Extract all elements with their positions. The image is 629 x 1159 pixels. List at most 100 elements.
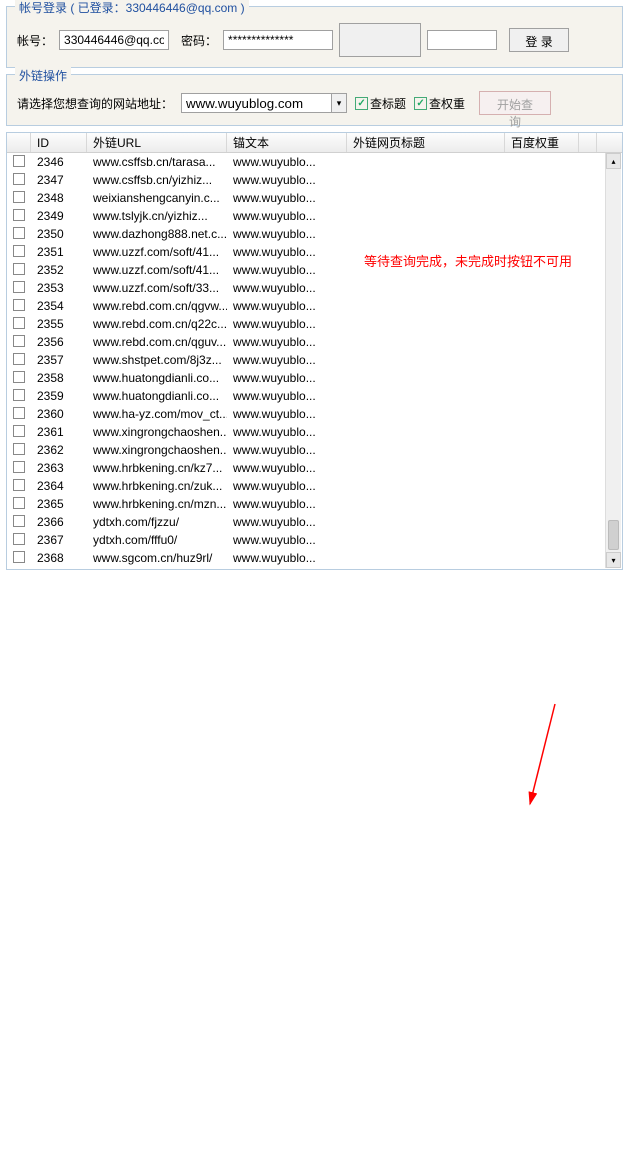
row-checkbox[interactable] <box>13 335 25 347</box>
cell-url: www.ha-yz.com/mov_ct... <box>87 407 227 421</box>
row-checkbox[interactable] <box>13 155 25 167</box>
col-anchor[interactable]: 锚文本 <box>227 133 347 152</box>
row-checkbox[interactable] <box>13 497 25 509</box>
table-row[interactable]: 2352www.uzzf.com/soft/41...www.wuyublo..… <box>7 261 622 279</box>
table-row[interactable]: 2368www.sgcom.cn/huz9rl/www.wuyublo... <box>7 549 622 567</box>
row-checkbox[interactable] <box>13 209 25 221</box>
results-table: ID 外链URL 锚文本 外链网页标题 百度权重 2346www.csffsb.… <box>6 132 623 570</box>
password-input[interactable] <box>223 30 333 50</box>
row-checkbox[interactable] <box>13 227 25 239</box>
checkbox-checked-icon[interactable]: ✓ <box>355 97 368 110</box>
row-checkbox[interactable] <box>13 389 25 401</box>
cell-url: www.hrbkening.cn/mzn... <box>87 497 227 511</box>
captcha-input[interactable] <box>427 30 497 50</box>
cell-url: www.huatongdianli.co... <box>87 389 227 403</box>
cell-anchor: www.wuyublo... <box>227 299 347 313</box>
row-checkbox[interactable] <box>13 425 25 437</box>
account-input[interactable] <box>59 30 169 50</box>
table-row[interactable]: 2353www.uzzf.com/soft/33...www.wuyublo..… <box>7 279 622 297</box>
cell-id: 2359 <box>31 389 87 403</box>
cell-anchor: www.wuyublo... <box>227 263 347 277</box>
table-row[interactable]: 2365www.hrbkening.cn/mzn...www.wuyublo..… <box>7 495 622 513</box>
cell-url: www.csffsb.cn/tarasa... <box>87 155 227 169</box>
checkbox-checked-icon[interactable]: ✓ <box>414 97 427 110</box>
account-label: 帐号： <box>17 32 53 49</box>
blank-box[interactable] <box>339 23 421 57</box>
cell-url: www.uzzf.com/soft/41... <box>87 263 227 277</box>
cell-anchor: www.wuyublo... <box>227 173 347 187</box>
cell-anchor: www.wuyublo... <box>227 317 347 331</box>
row-checkbox[interactable] <box>13 317 25 329</box>
cell-id: 2346 <box>31 155 87 169</box>
row-checkbox[interactable] <box>13 551 25 563</box>
cell-url: www.dazhong888.net.c... <box>87 227 227 241</box>
site-input[interactable] <box>181 93 331 113</box>
table-row[interactable]: 2359www.huatongdianli.co...www.wuyublo..… <box>7 387 622 405</box>
table-row[interactable]: 2363www.hrbkening.cn/kz7...www.wuyublo..… <box>7 459 622 477</box>
table-row[interactable]: 2349www.tslyjk.cn/yizhiz...www.wuyublo..… <box>7 207 622 225</box>
row-checkbox[interactable] <box>13 263 25 275</box>
row-checkbox[interactable] <box>13 461 25 473</box>
row-checkbox[interactable] <box>13 281 25 293</box>
vertical-scrollbar[interactable]: ▴ ▾ <box>605 153 621 568</box>
cell-anchor: www.wuyublo... <box>227 533 347 547</box>
cell-id: 2358 <box>31 371 87 385</box>
col-id[interactable]: ID <box>31 133 87 152</box>
table-row[interactable]: 2354www.rebd.com.cn/qgvw...www.wuyublo..… <box>7 297 622 315</box>
table-row[interactable]: 2348weixianshengcanyin.c...www.wuyublo..… <box>7 189 622 207</box>
cell-anchor: www.wuyublo... <box>227 209 347 223</box>
cell-url: www.uzzf.com/soft/41... <box>87 245 227 259</box>
cell-anchor: www.wuyublo... <box>227 335 347 349</box>
table-row[interactable]: 2362www.xingrongchaoshen...www.wuyublo..… <box>7 441 622 459</box>
login-button[interactable]: 登 录 <box>509 28 569 52</box>
table-row[interactable]: 2361www.xingrongchaoshen...www.wuyublo..… <box>7 423 622 441</box>
row-checkbox[interactable] <box>13 479 25 491</box>
cell-id: 2352 <box>31 263 87 277</box>
cell-anchor: www.wuyublo... <box>227 515 347 529</box>
cell-url: www.csffsb.cn/yizhiz... <box>87 173 227 187</box>
table-row[interactable]: 2367ydtxh.com/fffu0/www.wuyublo... <box>7 531 622 549</box>
check-weight-wrap[interactable]: ✓ 查权重 <box>414 95 465 112</box>
scroll-up-icon[interactable]: ▴ <box>606 153 621 169</box>
col-url[interactable]: 外链URL <box>87 133 227 152</box>
login-panel: 帐号登录 ( 已登录：330446446@qq.com ) 帐号： 密码： 登 … <box>6 6 623 68</box>
cell-anchor: www.wuyublo... <box>227 191 347 205</box>
ops-panel-title: 外链操作 <box>15 67 71 84</box>
table-row[interactable]: 2350www.dazhong888.net.c...www.wuyublo..… <box>7 225 622 243</box>
table-row[interactable]: 2358www.huatongdianli.co...www.wuyublo..… <box>7 369 622 387</box>
cell-url: www.hrbkening.cn/kz7... <box>87 461 227 475</box>
row-checkbox[interactable] <box>13 515 25 527</box>
table-row[interactable]: 2351www.uzzf.com/soft/41...www.wuyublo..… <box>7 243 622 261</box>
scroll-down-icon[interactable]: ▾ <box>606 552 621 568</box>
table-row[interactable]: 2355www.rebd.com.cn/q22c...www.wuyublo..… <box>7 315 622 333</box>
site-combo[interactable]: ▾ <box>181 93 347 113</box>
cell-anchor: www.wuyublo... <box>227 389 347 403</box>
row-checkbox[interactable] <box>13 407 25 419</box>
table-row[interactable]: 2366ydtxh.com/fjzzu/www.wuyublo... <box>7 513 622 531</box>
table-row[interactable]: 2347www.csffsb.cn/yizhiz...www.wuyublo..… <box>7 171 622 189</box>
cell-url: www.tslyjk.cn/yizhiz... <box>87 209 227 223</box>
table-row[interactable]: 2360www.ha-yz.com/mov_ct...www.wuyublo..… <box>7 405 622 423</box>
cell-id: 2365 <box>31 497 87 511</box>
row-checkbox[interactable] <box>13 353 25 365</box>
table-row[interactable]: 2364www.hrbkening.cn/zuk...www.wuyublo..… <box>7 477 622 495</box>
table-row[interactable]: 2346www.csffsb.cn/tarasa...www.wuyublo..… <box>7 153 622 171</box>
check-title-label: 查标题 <box>370 95 406 112</box>
row-checkbox[interactable] <box>13 443 25 455</box>
dropdown-icon[interactable]: ▾ <box>331 93 347 113</box>
row-checkbox[interactable] <box>13 191 25 203</box>
check-title-wrap[interactable]: ✓ 查标题 <box>355 95 406 112</box>
col-page-title[interactable]: 外链网页标题 <box>347 133 505 152</box>
row-checkbox[interactable] <box>13 173 25 185</box>
row-checkbox[interactable] <box>13 299 25 311</box>
scroll-thumb[interactable] <box>608 520 619 550</box>
cell-url: www.rebd.com.cn/qgvw... <box>87 299 227 313</box>
row-checkbox[interactable] <box>13 371 25 383</box>
cell-anchor: www.wuyublo... <box>227 425 347 439</box>
table-row[interactable]: 2356www.rebd.com.cn/qguv...www.wuyublo..… <box>7 333 622 351</box>
row-checkbox[interactable] <box>13 533 25 545</box>
table-row[interactable]: 2357www.shstpet.com/8j3z...www.wuyublo..… <box>7 351 622 369</box>
col-weight[interactable]: 百度权重 <box>505 133 579 152</box>
row-checkbox[interactable] <box>13 245 25 257</box>
cell-url: www.hrbkening.cn/zuk... <box>87 479 227 493</box>
